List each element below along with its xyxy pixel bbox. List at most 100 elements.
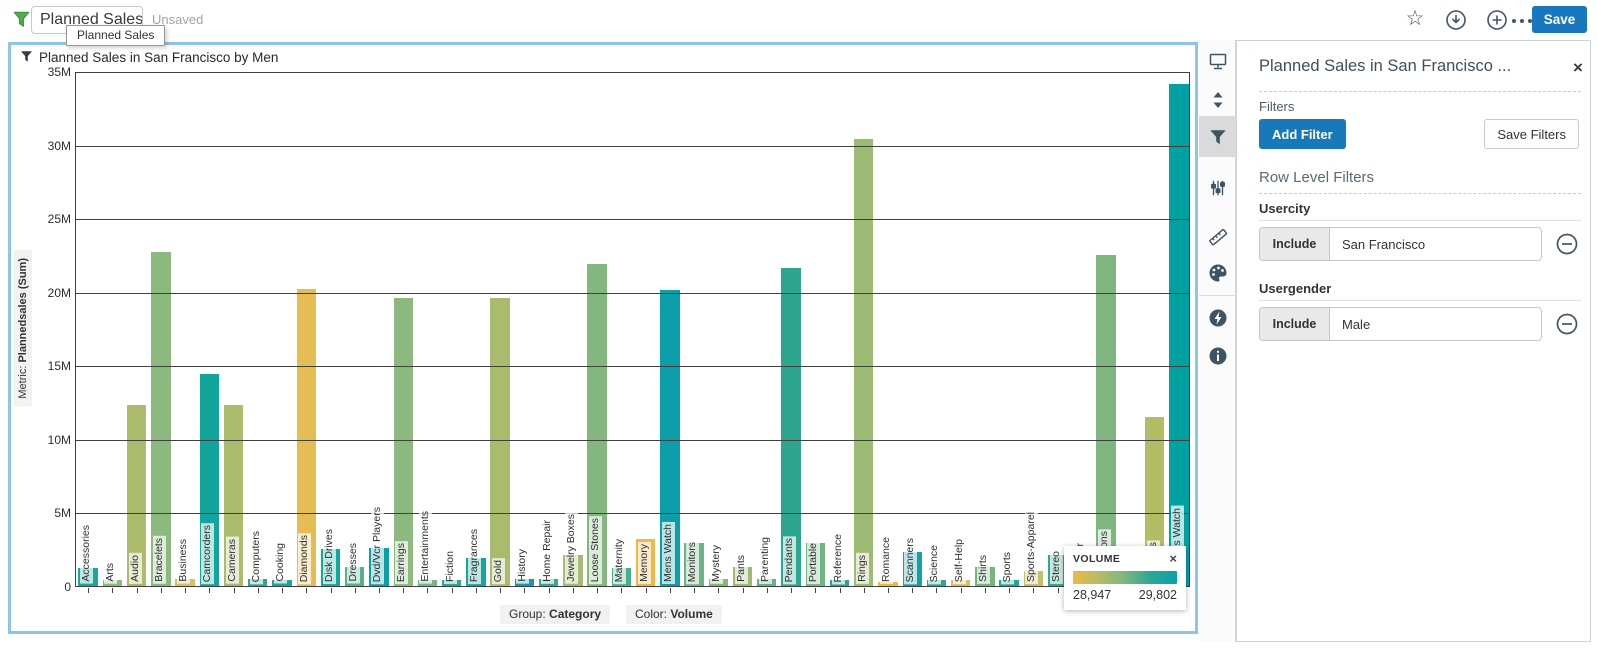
category-label: Shirts (977, 553, 990, 584)
x-tick (500, 588, 501, 593)
gridline (76, 293, 1189, 294)
bar-rings[interactable] (854, 139, 873, 586)
x-tick (840, 588, 841, 593)
x-tick (1058, 588, 1059, 593)
filters-section-label: Filters (1259, 99, 1294, 114)
usercity-filter-value[interactable]: San Francisco (1330, 228, 1541, 260)
x-tick (718, 588, 719, 593)
x-tick (961, 588, 962, 593)
category-label: Dvd/Vcr Players (371, 505, 384, 584)
y-tick-label: 25M (31, 212, 71, 226)
category-label: Mystery (710, 543, 723, 584)
present-screen-icon[interactable] (1199, 41, 1236, 81)
category-label: Scanners (904, 536, 917, 584)
sliders-icon[interactable] (1199, 168, 1236, 208)
bar-gold[interactable] (490, 298, 509, 586)
y-tick-label: 20M (31, 286, 71, 300)
category-label: Romance (880, 535, 893, 584)
y-tick-label: 35M (31, 65, 71, 79)
x-tick (379, 588, 380, 593)
gridline (76, 219, 1189, 220)
interactions-lightning-icon[interactable] (1199, 298, 1236, 338)
legend-min: 28,947 (1073, 588, 1111, 602)
chart-tools-sidebar (1199, 40, 1236, 642)
x-tick (864, 588, 865, 593)
gridline (76, 513, 1189, 514)
x-tick (791, 588, 792, 593)
category-label: Accessories (80, 523, 93, 584)
x-tick (597, 588, 598, 593)
legend-gradient-bar (1073, 571, 1177, 584)
x-tick (670, 588, 671, 593)
row-level-filters-heading: Row Level Filters (1259, 169, 1374, 186)
y-tick-label: 5M (31, 506, 71, 520)
filters-panel: Planned Sales in San Francisco ... × Fil… (1236, 40, 1591, 642)
x-tick (524, 588, 525, 593)
category-label: Science (928, 543, 941, 584)
category-label: Dresses (347, 541, 360, 584)
category-label: Reference (832, 532, 845, 584)
usergender-filter-value[interactable]: Male (1330, 308, 1541, 340)
save-filters-button[interactable]: Save Filters (1484, 119, 1579, 149)
x-tick (452, 588, 453, 593)
x-tick (621, 588, 622, 593)
x-tick (912, 588, 913, 593)
palette-icon[interactable] (1199, 253, 1236, 293)
category-label: Business (177, 537, 190, 584)
category-label: Memory (638, 542, 651, 584)
x-tick (694, 588, 695, 593)
color-by-control[interactable]: Color: Volume (626, 605, 722, 624)
ruler-icon[interactable] (1199, 217, 1236, 257)
x-tick (743, 588, 744, 593)
x-tick (476, 588, 477, 593)
gridline (76, 366, 1189, 367)
category-label: Sports (1001, 550, 1014, 584)
legend-close-icon[interactable]: × (1169, 554, 1177, 564)
y-tick-label: 30M (31, 139, 71, 153)
category-label: Entertainments (419, 509, 432, 584)
star-icon[interactable]: ☆ (1404, 8, 1426, 30)
filter-field-usergender: Usergender (1259, 281, 1331, 296)
remove-usercity-filter-icon[interactable] (1555, 232, 1579, 256)
usercity-filter-chip[interactable]: Include San Francisco (1259, 227, 1542, 261)
color-legend[interactable]: VOLUME × 28,947 29,802 (1064, 546, 1186, 610)
more-options-icon[interactable] (1510, 14, 1532, 36)
x-tick (137, 588, 138, 593)
remove-usergender-filter-icon[interactable] (1555, 312, 1579, 336)
filter-icon[interactable] (1199, 117, 1236, 157)
category-label: Fiction (444, 549, 457, 584)
x-tick (985, 588, 986, 593)
x-tick (331, 588, 332, 593)
category-label: Computers (250, 529, 263, 584)
info-icon[interactable] (1199, 336, 1236, 376)
include-operator: Include (1260, 308, 1330, 340)
x-tick (88, 588, 89, 593)
legend-range-values: 28,947 29,802 (1073, 588, 1177, 602)
x-tick (306, 588, 307, 593)
x-tick (258, 588, 259, 593)
save-button[interactable]: Save (1532, 6, 1587, 33)
category-label: Cameras (226, 537, 239, 584)
x-tick (888, 588, 889, 593)
usergender-filter-chip[interactable]: Include Male (1259, 307, 1542, 341)
filter-field-usercity: Usercity (1259, 201, 1310, 216)
x-tick (185, 588, 186, 593)
legend-max: 29,802 (1139, 588, 1177, 602)
x-tick (427, 588, 428, 593)
sort-icon[interactable] (1199, 80, 1236, 120)
add-icon[interactable] (1486, 9, 1508, 31)
download-icon[interactable] (1445, 9, 1467, 31)
x-tick (1033, 588, 1034, 593)
add-filter-button[interactable]: Add Filter (1259, 119, 1346, 149)
legend-title: VOLUME (1073, 553, 1120, 565)
app-logo-funnel-icon (12, 10, 31, 34)
group-by-control[interactable]: Group: Category (500, 605, 610, 624)
x-tick (355, 588, 356, 593)
panel-close-icon[interactable]: × (1573, 58, 1583, 78)
plot-area[interactable]: AccessoriesArtsAudioBraceletsBusinessCam… (75, 72, 1190, 587)
chart-card[interactable]: Planned Sales in San Francisco by Men Me… (8, 42, 1198, 634)
y-axis-metric-label[interactable]: Metric: Plannedsales (Sum) (14, 250, 32, 407)
category-label: Portable (807, 541, 820, 584)
x-tick (646, 588, 647, 593)
x-tick (161, 588, 162, 593)
